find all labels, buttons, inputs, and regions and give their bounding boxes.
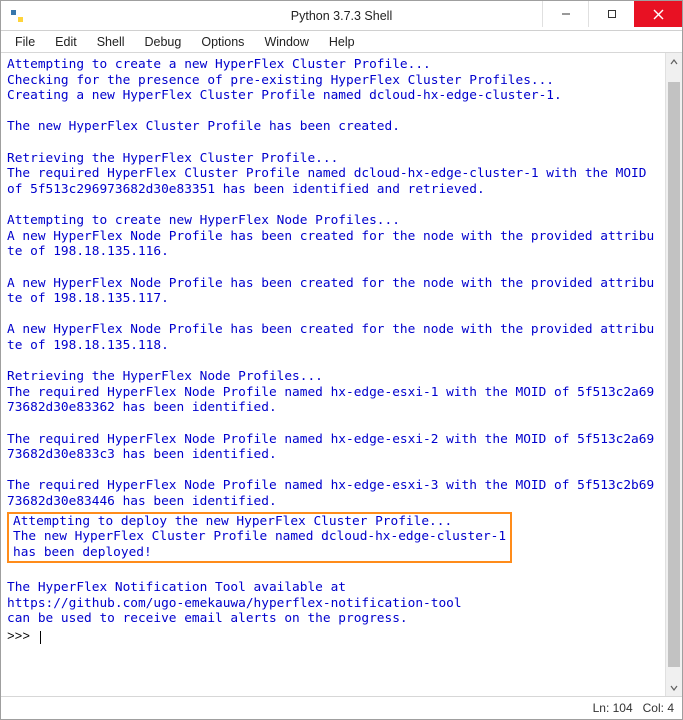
menu-help[interactable]: Help	[319, 33, 365, 51]
shell-output[interactable]: Attempting to create a new HyperFlex Clu…	[1, 53, 665, 696]
output-text-1: Attempting to create a new HyperFlex Clu…	[7, 57, 659, 510]
output-text-2: The HyperFlex Notification Tool availabl…	[7, 565, 659, 627]
status-column: Col: 4	[643, 701, 674, 715]
window-controls	[542, 1, 682, 30]
status-line: Ln: 104	[593, 701, 633, 715]
menu-debug[interactable]: Debug	[135, 33, 192, 51]
menu-edit[interactable]: Edit	[45, 33, 87, 51]
text-cursor	[40, 631, 41, 644]
titlebar: Python 3.7.3 Shell	[1, 1, 682, 31]
close-button[interactable]	[634, 1, 682, 27]
chevron-down-icon	[670, 684, 678, 692]
menu-shell[interactable]: Shell	[87, 33, 135, 51]
minimize-icon	[561, 9, 571, 19]
close-icon	[653, 9, 664, 20]
menu-file[interactable]: File	[5, 33, 45, 51]
scroll-thumb[interactable]	[668, 82, 680, 667]
scroll-down-button[interactable]	[666, 679, 682, 696]
app-window: Python 3.7.3 Shell File Edit Shell Debug…	[0, 0, 683, 720]
scroll-up-button[interactable]	[666, 53, 682, 70]
vertical-scrollbar[interactable]	[665, 53, 682, 696]
menu-window[interactable]: Window	[254, 33, 318, 51]
chevron-up-icon	[670, 58, 678, 66]
app-icon	[7, 6, 27, 26]
menubar: File Edit Shell Debug Options Window Hel…	[1, 31, 682, 53]
scroll-track[interactable]	[666, 70, 682, 679]
highlighted-text: Attempting to deploy the new HyperFlex C…	[13, 514, 506, 561]
minimize-button[interactable]	[542, 1, 588, 27]
maximize-button[interactable]	[588, 1, 634, 27]
highlighted-output: Attempting to deploy the new HyperFlex C…	[7, 512, 512, 563]
statusbar: Ln: 104 Col: 4	[1, 697, 682, 719]
prompt-symbol: >>>	[7, 629, 38, 644]
prompt-line[interactable]: >>>	[7, 629, 659, 645]
menu-options[interactable]: Options	[191, 33, 254, 51]
maximize-icon	[607, 9, 617, 19]
content-area: Attempting to create a new HyperFlex Clu…	[1, 53, 682, 697]
